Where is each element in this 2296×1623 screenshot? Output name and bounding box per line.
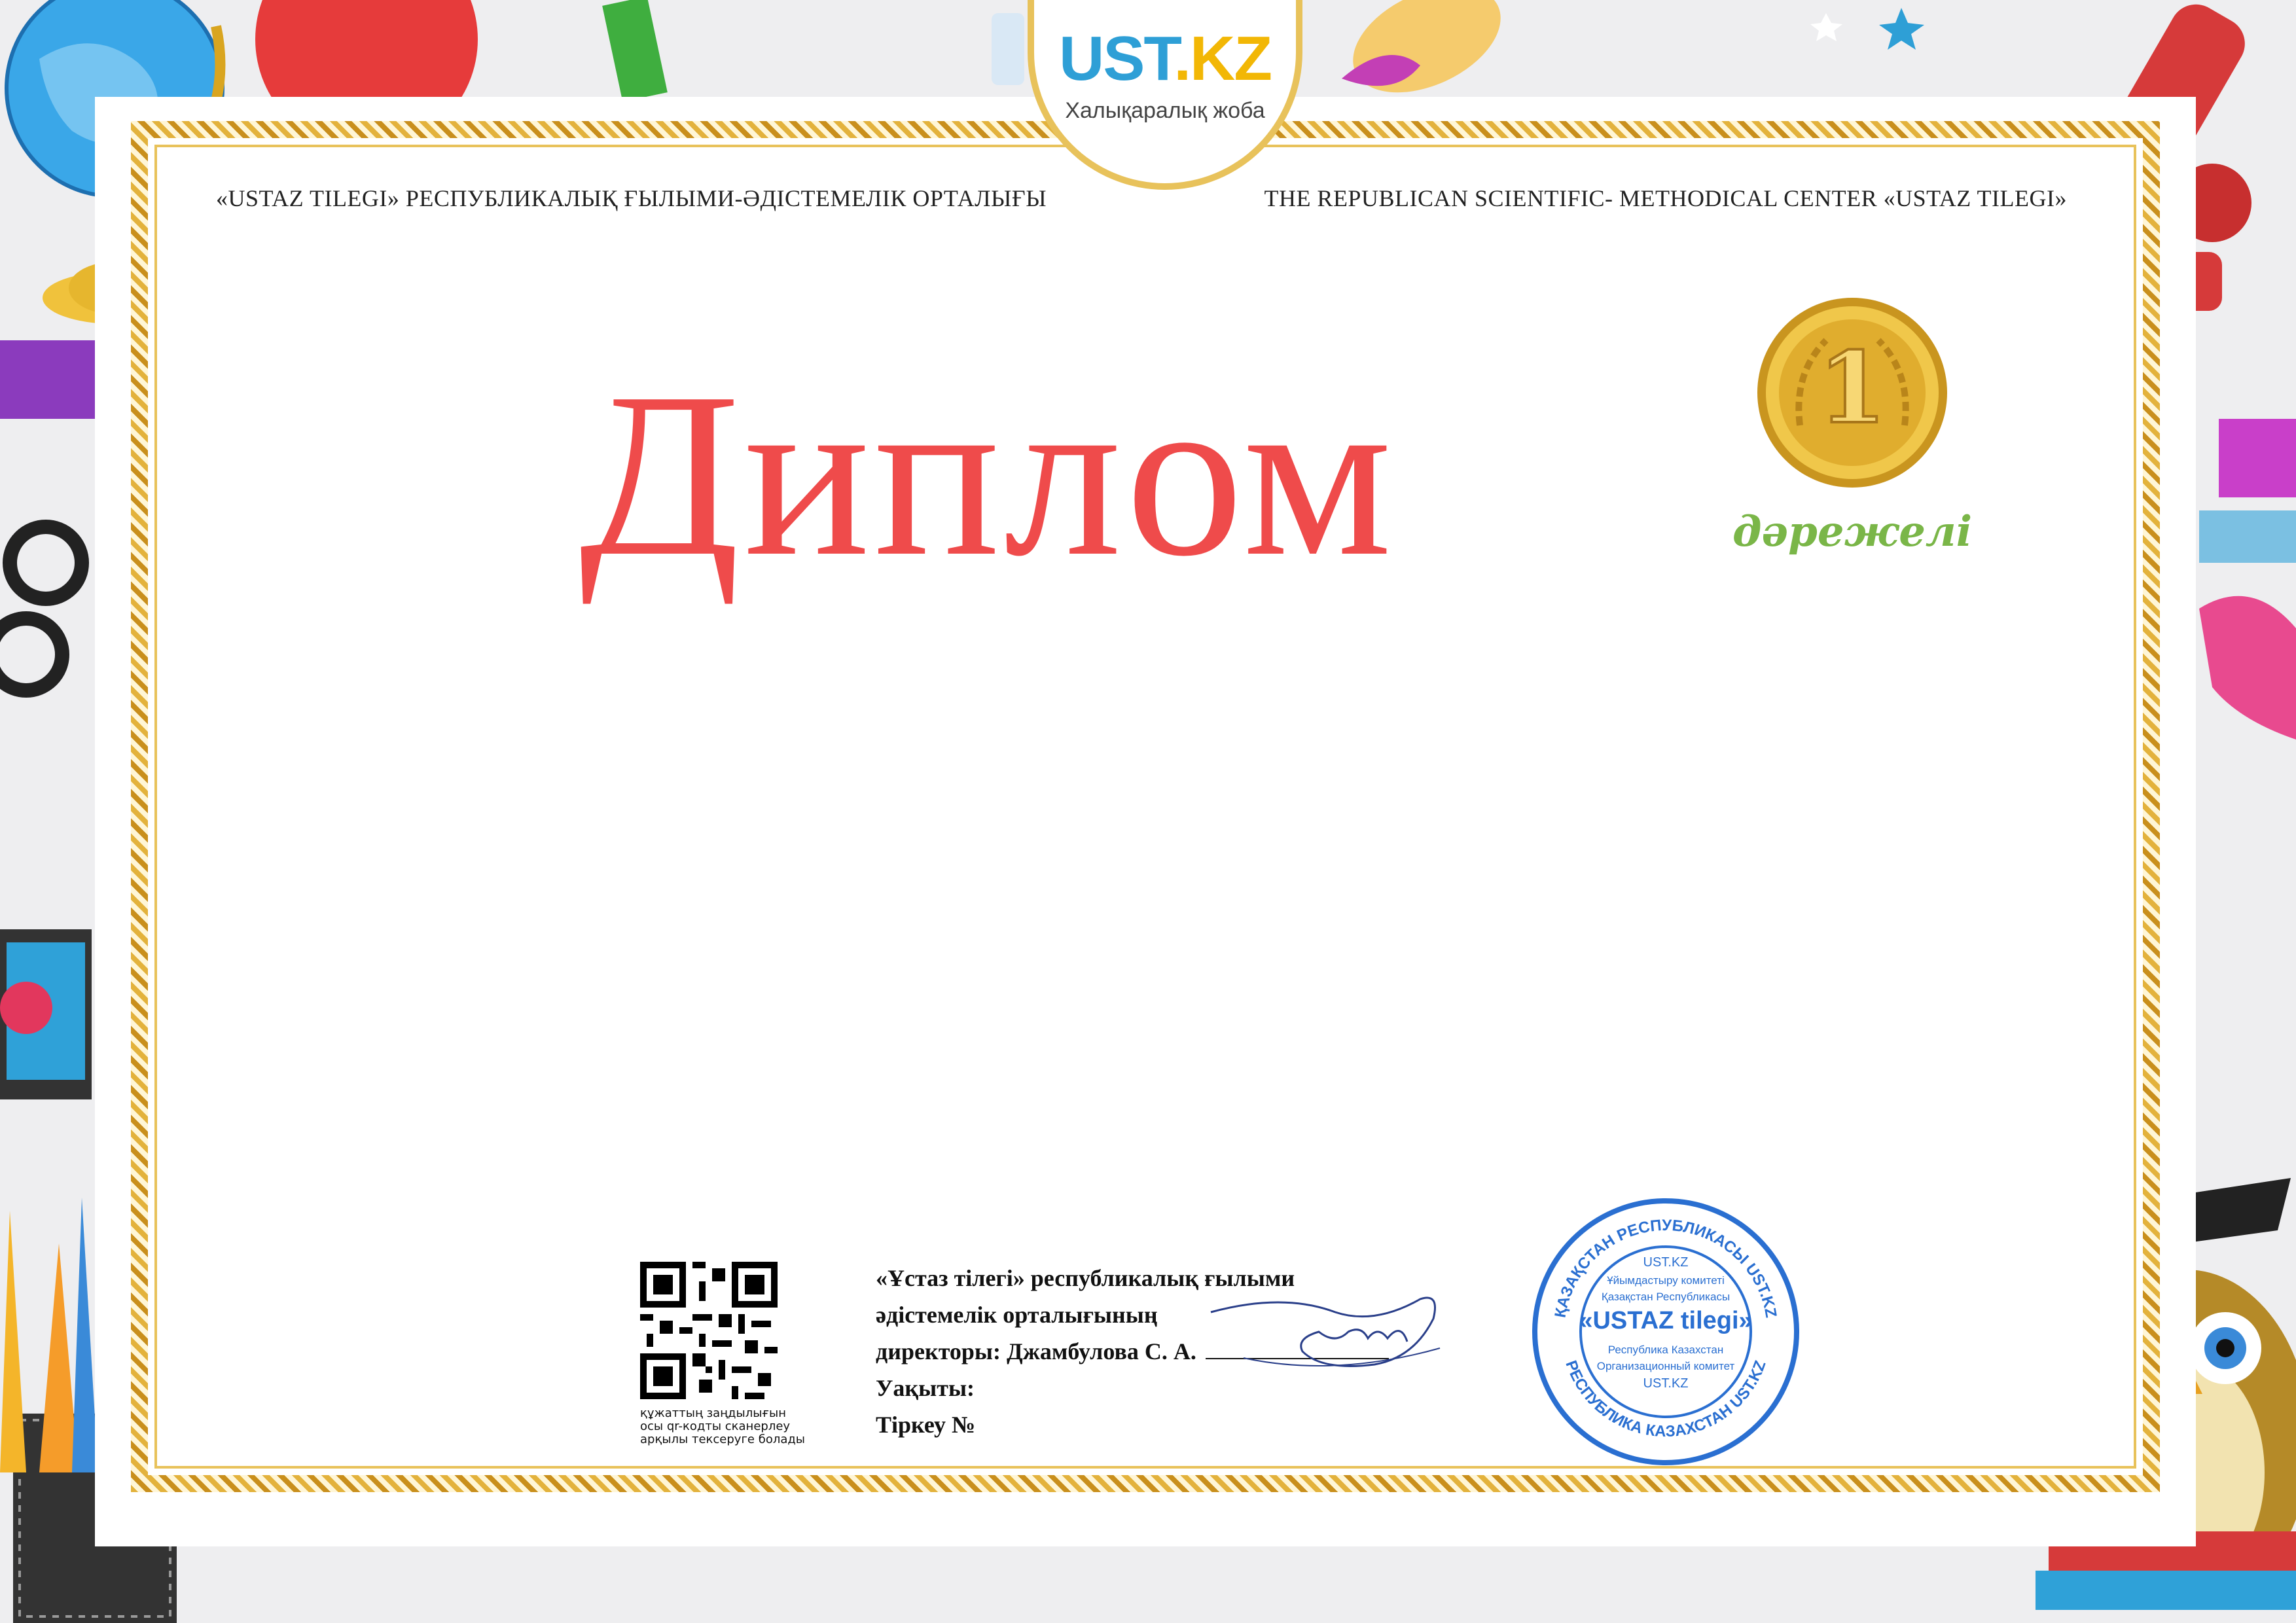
diploma-title-wrap: Диплом xyxy=(0,357,2296,592)
pencil-icon xyxy=(602,0,668,102)
laptop-icon xyxy=(0,929,92,1099)
header-left-org: «USTAZ TILEGI» РЕСПУБЛИКАЛЫҚ ҒЫЛЫМИ-ӘДІС… xyxy=(216,185,1047,211)
stamp-center: «USTAZ tilegi» xyxy=(1579,1307,1752,1334)
qr-caption: құжаттың заңдылығын осы qr-кодты сканерл… xyxy=(640,1407,823,1446)
degree-label: дәрежелі xyxy=(1732,507,1973,556)
qr-caption-line: осы qr-кодты сканерлеу xyxy=(640,1419,791,1433)
stamp-line: Организационный комитет xyxy=(1597,1360,1735,1372)
gold-medal-icon: 1 xyxy=(1757,298,1947,488)
logo-ust: UST xyxy=(1059,24,1175,94)
director-signature xyxy=(1210,1296,1441,1367)
official-stamp: ҚАЗАҚСТАН РЕСПУБЛИКАСЫ UST.KZ РЕСПУБЛИКА… xyxy=(1532,1198,1799,1465)
glue-icon xyxy=(992,13,1024,85)
logo-subtitle: Халықаралық жоба xyxy=(1065,98,1265,123)
qr-caption-line: арқылы тексеруге болады xyxy=(640,1433,806,1446)
star-icon xyxy=(1810,13,1842,41)
qr-code xyxy=(640,1262,778,1399)
stamp-line: Республика Казахстан xyxy=(1608,1344,1723,1356)
stamp-line: UST.KZ xyxy=(1643,1255,1689,1270)
qr-caption-line: құжаттың заңдылығын xyxy=(640,1406,787,1420)
registration-label: Тіркеу № xyxy=(876,1412,976,1438)
header-right-org: THE REPUBLICAN SCIENTIFIC- METHODICAL CE… xyxy=(1264,185,2067,211)
stamp-line: Қазақстан Республикасы xyxy=(1602,1291,1730,1303)
stamp-line: Ұйымдастыру комитеті xyxy=(1607,1274,1725,1287)
brand-logo: UST.KZ xyxy=(1034,23,1296,95)
star-icon xyxy=(1879,8,1924,50)
diploma-title: Диплом xyxy=(579,344,1396,605)
stamp-line: UST.KZ xyxy=(1643,1376,1689,1391)
medal-number: 1 xyxy=(1818,330,1886,446)
logo-kz: .KZ xyxy=(1174,24,1272,94)
decor-shape xyxy=(2199,596,2296,740)
director-line-3: директоры: Джамбулова С. А. xyxy=(876,1338,1196,1364)
